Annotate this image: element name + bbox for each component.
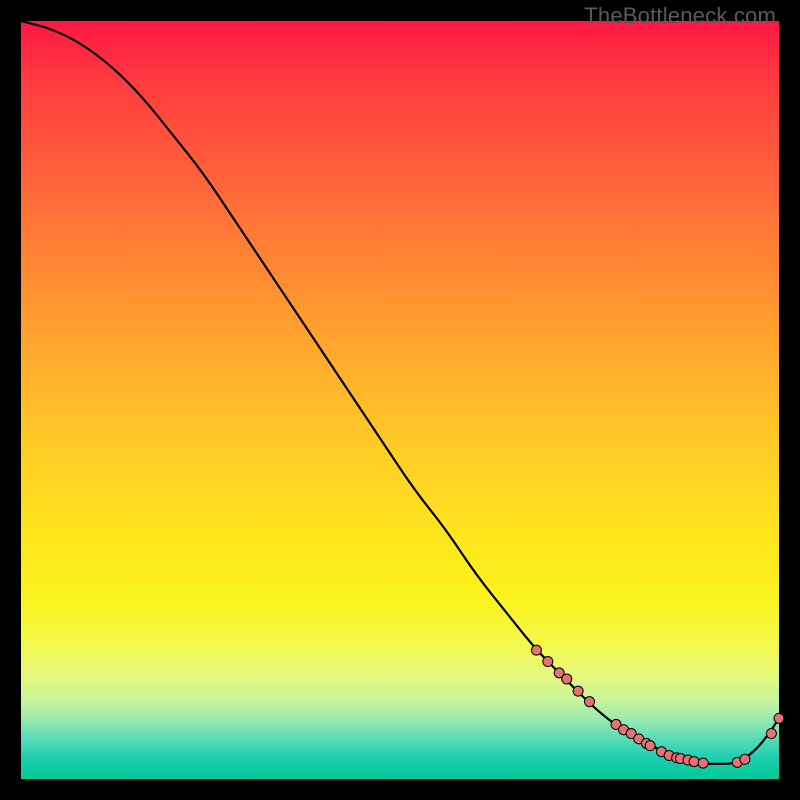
- curve-marker: [562, 674, 572, 684]
- curve-marker: [766, 729, 776, 739]
- bottleneck-curve: [21, 21, 779, 764]
- chart-svg: [21, 21, 779, 779]
- curve-marker: [774, 713, 784, 723]
- curve-marker: [531, 645, 541, 655]
- curve-marker: [689, 757, 699, 767]
- curve-marker: [645, 741, 655, 751]
- curve-marker: [573, 686, 583, 696]
- curve-marker: [585, 697, 595, 707]
- curve-marker: [740, 754, 750, 764]
- curve-markers: [531, 645, 784, 768]
- curve-marker: [543, 657, 553, 667]
- curve-marker: [698, 758, 708, 768]
